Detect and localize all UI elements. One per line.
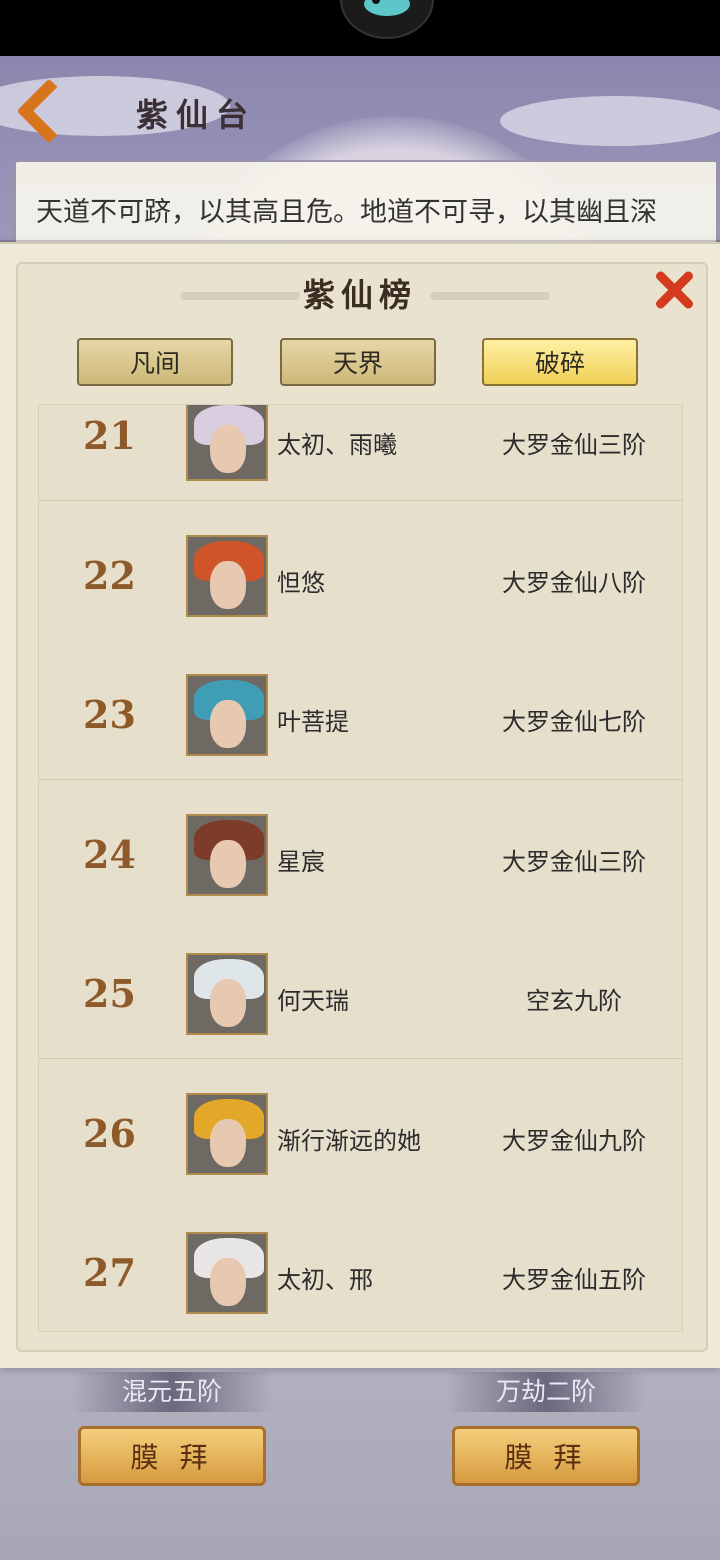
player-name: 渐行渐远的她 (277, 1127, 421, 1155)
avatar (186, 1093, 268, 1175)
list-item[interactable]: 21 太初、雨曦 大罗金仙三阶 (39, 405, 682, 502)
rank-number: 21 (83, 413, 136, 458)
page-title: 紫仙台 (136, 96, 257, 134)
player-name: 太初、雨曦 (277, 431, 397, 459)
realm-level: 大罗金仙七阶 (502, 708, 646, 736)
realm-level: 大罗金仙三阶 (502, 848, 646, 876)
right-rank-label: 万劫二阶 (446, 1372, 646, 1412)
rank-number: 26 (83, 1111, 136, 1156)
list-item[interactable]: 26 渐行渐远的她 大罗金仙九阶 (39, 1059, 682, 1200)
realm-level: 大罗金仙三阶 (502, 431, 646, 459)
list-item[interactable]: 27 太初、邢 大罗金仙五阶 (39, 1198, 682, 1331)
avatar (186, 405, 268, 481)
list-item[interactable]: 24 星宸 大罗金仙三阶 (39, 780, 682, 921)
realm-level: 大罗金仙八阶 (502, 569, 646, 597)
rank-number: 22 (83, 553, 136, 598)
avatar (186, 1232, 268, 1314)
left-rank-label: 混元五阶 (72, 1372, 272, 1412)
avatar (186, 814, 268, 896)
back-button[interactable] (16, 78, 82, 144)
avatar (186, 535, 268, 617)
rank-number: 27 (83, 1250, 136, 1295)
player-name: 叶菩提 (277, 708, 349, 736)
player-name: 何天瑞 (277, 987, 349, 1015)
list-item[interactable]: 25 何天瑞 空玄九阶 (39, 919, 682, 1060)
rank-number: 24 (83, 832, 136, 877)
cloud-decoration (500, 96, 720, 146)
player-name: 星宸 (277, 848, 325, 876)
avatar (186, 953, 268, 1035)
ranking-list[interactable]: 21 太初、雨曦 大罗金仙三阶 22 怛悠 大罗金仙八阶 23 叶菩提 大罗金仙… (38, 404, 683, 1332)
worship-button-right[interactable]: 膜 拜 (452, 1426, 640, 1486)
worship-button-left[interactable]: 膜 拜 (78, 1426, 266, 1486)
rank-number: 25 (83, 971, 136, 1016)
avatar (186, 674, 268, 756)
rank-number: 23 (83, 692, 136, 737)
list-item[interactable]: 23 叶菩提 大罗金仙七阶 (39, 640, 682, 781)
realm-level: 大罗金仙五阶 (502, 1266, 646, 1294)
realm-level: 大罗金仙九阶 (502, 1127, 646, 1155)
modal-title: 紫仙榜 (302, 276, 417, 314)
status-bar (0, 0, 720, 56)
close-icon[interactable] (652, 268, 696, 312)
tab-heaven[interactable]: 天界 (280, 338, 436, 386)
app-logo-icon (340, 0, 434, 39)
tab-mortal[interactable]: 凡间 (77, 338, 233, 386)
player-name: 太初、邢 (277, 1266, 373, 1294)
intro-text: 天道不可跻，以其高且危。地道不可寻，以其幽且深 (36, 197, 657, 228)
list-item[interactable]: 22 怛悠 大罗金仙八阶 (39, 501, 682, 642)
player-name: 怛悠 (277, 569, 325, 597)
realm-level: 空玄九阶 (526, 987, 622, 1015)
tab-shattered[interactable]: 破碎 (482, 338, 638, 386)
back-arrow-icon (16, 78, 82, 144)
